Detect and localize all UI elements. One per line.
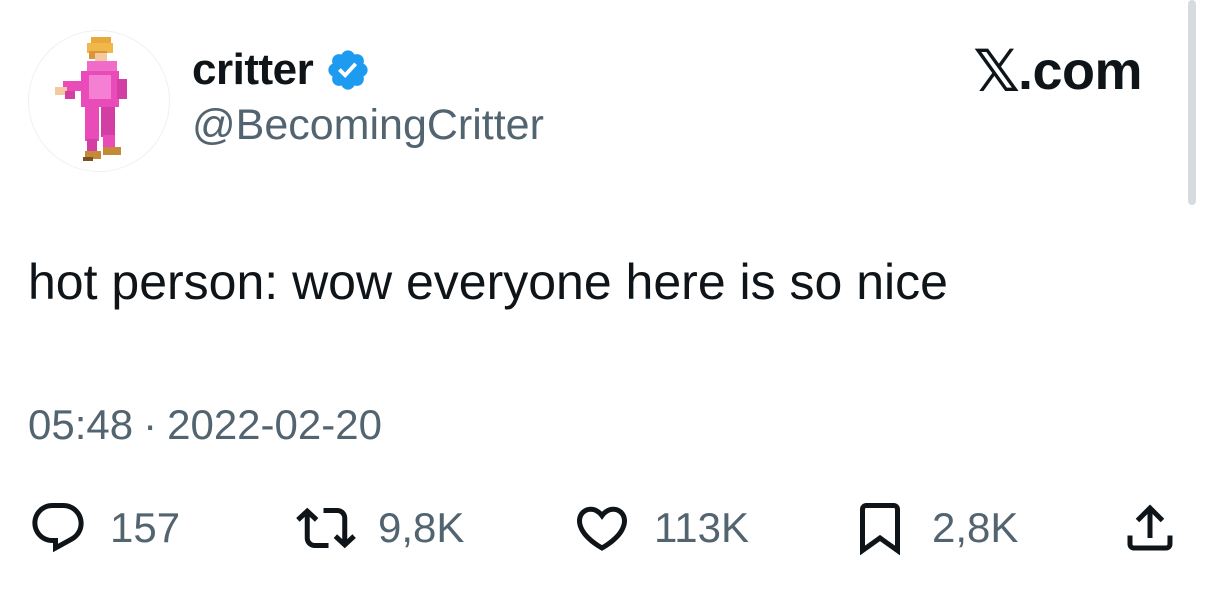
avatar[interactable] (28, 30, 170, 172)
user-name-row: critter (192, 40, 371, 100)
user-handle[interactable]: @BecomingCritter (192, 104, 544, 147)
display-name[interactable]: critter (192, 48, 314, 92)
x-logo-icon: 𝕏 (973, 37, 1020, 105)
tweet-date: 2022-02-20 (167, 401, 382, 448)
bookmark-count: 2,8K (932, 504, 1019, 551)
site-domain-text: .com (1017, 41, 1143, 101)
retweet-count: 9,8K (378, 504, 465, 551)
tweet-text: hot person: wow everyone here is so nice (28, 254, 948, 310)
bookmark-button[interactable]: 2,8K (850, 498, 1018, 558)
reply-count: 157 (110, 504, 181, 551)
scrollbar[interactable] (1188, 0, 1196, 205)
verified-badge-icon (325, 47, 371, 93)
heart-icon (572, 498, 632, 558)
retweet-button[interactable]: 9,8K (296, 498, 464, 558)
like-button[interactable]: 113K (572, 498, 749, 558)
action-bar: 157 9,8K 113K 2,8K (24, 498, 1184, 558)
timestamp[interactable]: 05:48 · 2022-02-20 (28, 400, 382, 450)
site-label: 𝕏 .com (973, 40, 1142, 102)
share-button[interactable] (1120, 498, 1180, 558)
retweet-icon (296, 498, 356, 558)
tweet-time: 05:48 (28, 401, 134, 448)
avatar-pixel-figure (55, 37, 127, 161)
bookmark-icon (850, 498, 910, 558)
timestamp-separator: · (143, 401, 158, 448)
like-count: 113K (654, 504, 749, 551)
reply-button[interactable]: 157 (28, 498, 180, 558)
share-icon (1120, 498, 1180, 558)
reply-icon (28, 498, 88, 558)
